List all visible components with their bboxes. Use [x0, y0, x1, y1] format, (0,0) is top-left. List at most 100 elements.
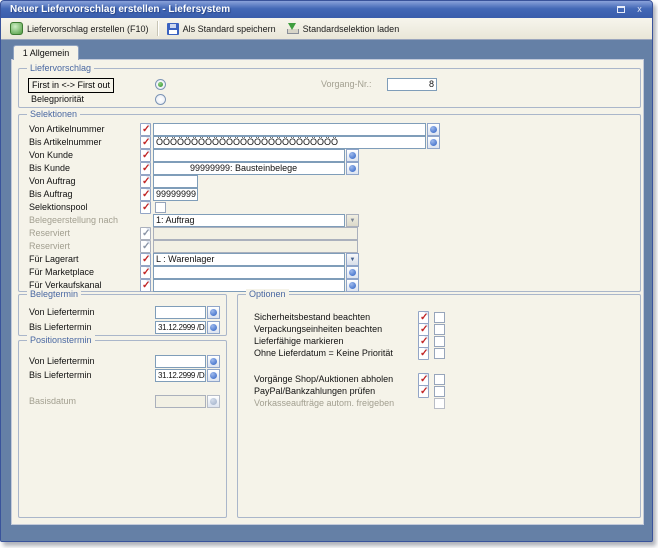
- check-toggle-icon-disabled: [140, 227, 151, 240]
- option-checkbox[interactable]: [434, 336, 445, 347]
- bis-artikelnummer-field[interactable]: ÖÖÖÖÖÖÖÖÖÖÖÖÖÖÖÖÖÖÖÖÖÖÖÖÖÖ: [153, 136, 426, 149]
- lookup-picker-icon[interactable]: [346, 149, 359, 162]
- option-checkbox-disabled: [434, 398, 445, 409]
- group-selektionen-title: Selektionen: [27, 109, 80, 120]
- lookup-picker-icon[interactable]: [427, 123, 440, 136]
- date-picker-icon[interactable]: [207, 369, 220, 382]
- option-checkbox[interactable]: [434, 348, 445, 359]
- dropdown-arrow-icon[interactable]: ▼: [346, 253, 359, 266]
- lookup-picker-icon[interactable]: [346, 162, 359, 175]
- row-vorkasseauftraege: Vorkasseaufträge autom. freigeben: [238, 397, 640, 410]
- belegeerstellung-combo[interactable]: 1: Auftrag: [153, 214, 345, 227]
- bis-kunde-field[interactable]: 99999999: Bausteinbelege: [153, 162, 345, 175]
- field-label: Reserviert: [29, 241, 70, 251]
- check-toggle-icon[interactable]: [140, 175, 151, 188]
- pos-von-liefertermin-field[interactable]: [155, 355, 206, 368]
- row-fuer-marketplace: Für Marketplace: [19, 266, 640, 279]
- field-label: Von Kunde: [29, 150, 73, 160]
- date-picker-icon-disabled: [207, 395, 220, 408]
- dropdown-arrow-icon[interactable]: ▼: [346, 214, 359, 227]
- check-toggle-icon[interactable]: [140, 253, 151, 266]
- load-standard-selection-button[interactable]: Standardselektion laden: [281, 20, 405, 38]
- group-optionen: Optionen Sicherheitsbestand beachten Ver…: [237, 294, 641, 518]
- download-icon: [286, 22, 299, 35]
- field-label: Von Liefertermin: [29, 307, 95, 317]
- date-picker-icon[interactable]: [207, 321, 220, 334]
- field-label: Von Auftrag: [29, 176, 76, 186]
- lookup-picker-icon[interactable]: [346, 279, 359, 292]
- restore-icon[interactable]: [614, 4, 627, 15]
- toolbar-separator: [157, 21, 159, 36]
- group-liefervorschlag: Liefervorschlag First in <-> First out V…: [18, 68, 641, 108]
- lookup-picker-icon[interactable]: [346, 266, 359, 279]
- field-label: Reserviert: [29, 228, 70, 238]
- lagerart-combo[interactable]: L : Warenlager: [153, 253, 345, 266]
- reserviert-field-2: [153, 240, 358, 253]
- toolbar: Liefervorschlag erstellen (F10) Als Stan…: [1, 18, 652, 40]
- option-checkbox[interactable]: [434, 324, 445, 335]
- field-label: Bis Artikelnummer: [29, 137, 102, 147]
- option-checkbox[interactable]: [434, 374, 445, 385]
- date-picker-icon[interactable]: [207, 355, 220, 368]
- window-title: Neuer Liefervorschlag erstellen - Liefer…: [10, 4, 614, 15]
- lookup-picker-icon[interactable]: [427, 136, 440, 149]
- option-label: Ohne Lieferdatum = Keine Priorität: [254, 348, 393, 358]
- group-belegtermin-title: Belegtermin: [27, 289, 81, 300]
- tab-content-panel: Liefervorschlag First in <-> First out V…: [11, 59, 644, 525]
- field-label: Bis Auftrag: [29, 189, 73, 199]
- option-label: Lieferfähige markieren: [254, 336, 344, 346]
- field-label: Bis Kunde: [29, 163, 70, 173]
- marketplace-field[interactable]: [153, 266, 345, 279]
- group-belegtermin: Belegtermin Von Liefertermin Bis Liefert…: [18, 294, 227, 336]
- check-toggle-icon[interactable]: [140, 279, 151, 292]
- check-toggle-icon[interactable]: [140, 188, 151, 201]
- von-auftrag-field[interactable]: [153, 175, 198, 188]
- check-toggle-icon[interactable]: [140, 149, 151, 162]
- field-label: Bis Liefertermin: [29, 322, 92, 332]
- pos-bis-liefertermin-field[interactable]: 31.12.2999 /Di: [155, 369, 206, 382]
- group-positionstermin-title: Positionstermin: [27, 335, 95, 346]
- tab-allgemein[interactable]: 1 Allgemein: [13, 45, 79, 60]
- beleg-von-liefertermin-field[interactable]: [155, 306, 206, 319]
- check-toggle-icon[interactable]: [140, 162, 151, 175]
- von-kunde-field[interactable]: [153, 149, 345, 162]
- titlebar: Neuer Liefervorschlag erstellen - Liefer…: [1, 1, 652, 18]
- option-checkbox[interactable]: [434, 386, 445, 397]
- date-picker-icon[interactable]: [207, 306, 220, 319]
- field-label: Bis Liefertermin: [29, 370, 92, 380]
- check-toggle-icon[interactable]: [140, 123, 151, 136]
- row-pos-bis-liefertermin: Bis Liefertermin 31.12.2999 /Di: [19, 369, 226, 382]
- dialog-body: 1 Allgemein Liefervorschlag First in <->…: [1, 40, 652, 541]
- beleg-bis-liefertermin-field[interactable]: 31.12.2999 /Di: [155, 321, 206, 334]
- check-toggle-icon[interactable]: [140, 201, 151, 214]
- save-floppy-icon: [167, 23, 179, 35]
- row-von-artikelnummer: Von Artikelnummer: [19, 123, 640, 136]
- selektionspool-checkbox[interactable]: [155, 202, 166, 213]
- radio-priority-label: Belegpriorität: [31, 94, 84, 104]
- option-label: Sicherheitsbestand beachten: [254, 312, 370, 322]
- option-label: Verpackungseinheiten beachten: [254, 324, 382, 334]
- option-checkbox[interactable]: [434, 312, 445, 323]
- dialog-window: Neuer Liefervorschlag erstellen - Liefer…: [0, 0, 653, 542]
- save-as-standard-button[interactable]: Als Standard speichern: [162, 20, 281, 38]
- row-bis-auftrag: Bis Auftrag 99999999: [19, 188, 640, 201]
- create-delivery-proposal-button[interactable]: Liefervorschlag erstellen (F10): [5, 20, 154, 38]
- radio-fifo[interactable]: [155, 79, 166, 90]
- close-icon[interactable]: x: [633, 4, 646, 15]
- restore-glyph: [617, 6, 625, 13]
- basisdatum-field: [155, 395, 206, 408]
- check-toggle-icon[interactable]: [140, 136, 151, 149]
- vorgang-nr-field[interactable]: 8: [387, 78, 437, 91]
- von-artikelnummer-field[interactable]: [153, 123, 426, 136]
- field-label: Von Artikelnummer: [29, 124, 105, 134]
- radio-fifo-label: First in <-> First out: [28, 78, 114, 93]
- row-selektionspool: Selektionspool: [19, 201, 640, 214]
- check-toggle-icon[interactable]: [140, 266, 151, 279]
- save-as-standard-label: Als Standard speichern: [183, 24, 276, 34]
- bis-auftrag-field[interactable]: 99999999: [153, 188, 198, 201]
- radio-belegprioritaet[interactable]: [155, 94, 166, 105]
- option-label: Vorkasseaufträge autom. freigeben: [254, 398, 394, 408]
- field-label: Selektionspool: [29, 202, 88, 212]
- vorgang-nr-label: Vorgang-Nr.:: [321, 79, 372, 89]
- check-toggle-icon[interactable]: [418, 347, 429, 360]
